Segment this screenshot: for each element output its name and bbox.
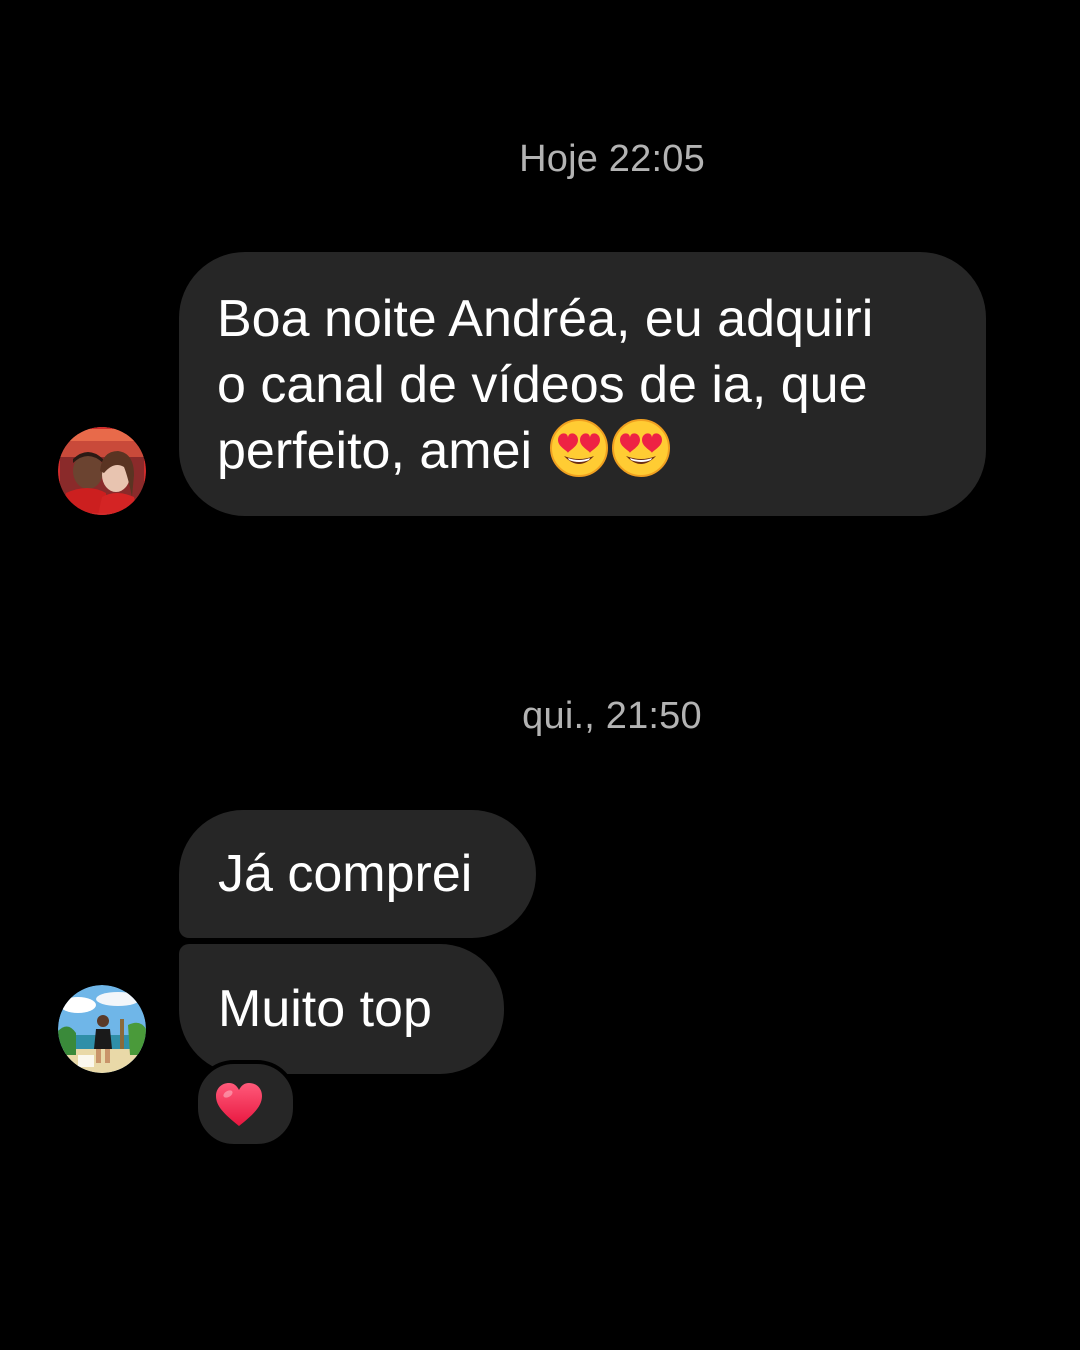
message-line-text: perfeito, amei xyxy=(217,422,533,480)
message-line-with-emoji: perfeito, amei xyxy=(217,418,956,484)
timestamp-today: Hoje 22:05 xyxy=(519,138,705,180)
timestamp-thursday: qui., 21:50 xyxy=(522,695,702,737)
message-reaction[interactable] xyxy=(194,1060,297,1148)
message-bubble-received[interactable]: Já comprei xyxy=(179,810,536,938)
heart-eyes-emoji xyxy=(549,418,609,478)
message-line: o canal de vídeos de ia, que xyxy=(217,356,868,414)
message-bubble-received[interactable]: Muito top xyxy=(179,944,504,1074)
couple-photo-avatar xyxy=(58,427,146,515)
message-text: Já comprei xyxy=(218,845,473,903)
message-line: Boa noite Andréa, eu adquiri xyxy=(217,290,874,348)
message-text: Muito top xyxy=(218,980,432,1038)
message-bubble-received[interactable]: Boa noite Andréa, eu adquiri o canal de … xyxy=(179,252,986,516)
sender-avatar-beach[interactable] xyxy=(58,985,146,1073)
beach-photo-avatar xyxy=(58,985,146,1073)
sender-avatar-couple[interactable] xyxy=(58,427,146,515)
red-heart-icon xyxy=(216,1083,262,1126)
heart-eyes-emoji xyxy=(611,418,671,478)
